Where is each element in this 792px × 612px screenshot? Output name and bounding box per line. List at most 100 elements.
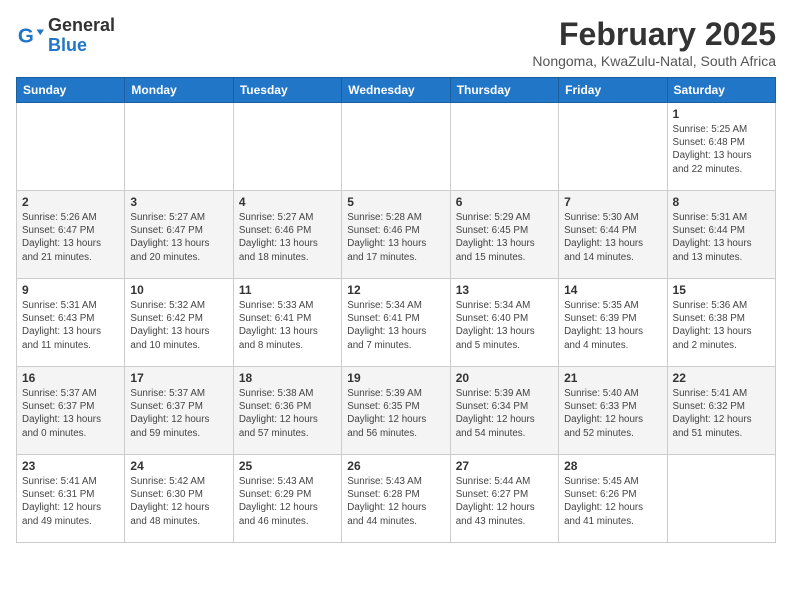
- header-cell-sunday: Sunday: [17, 78, 125, 103]
- calendar-body: 1Sunrise: 5:25 AM Sunset: 6:48 PM Daylig…: [17, 103, 776, 543]
- day-cell: 14 Sunrise: 5:35 AM Sunset: 6:39 PM Dayli…: [559, 279, 667, 367]
- day-cell: 18Sunrise: 5:38 AM Sunset: 6:36 PM Dayli…: [233, 367, 341, 455]
- day-cell: 12 Sunrise: 5:34 AM Sunset: 6:41 PM Dayli…: [342, 279, 450, 367]
- header-cell-saturday: Saturday: [667, 78, 775, 103]
- day-cell: [450, 103, 558, 191]
- day-number: 16: [22, 371, 119, 385]
- day-cell: 8 Sunrise: 5:31 AM Sunset: 6:44 PM Daylig…: [667, 191, 775, 279]
- header-cell-monday: Monday: [125, 78, 233, 103]
- day-info: Sunrise: 5:43 AM Sunset: 6:29 PM Dayligh…: [239, 475, 336, 528]
- day-info: Sunrise: 5:25 AM Sunset: 6:48 PM Dayligh…: [673, 123, 770, 176]
- day-number: 13: [456, 283, 553, 297]
- day-number: 10: [130, 283, 227, 297]
- day-number: 19: [347, 371, 444, 385]
- day-cell: [342, 103, 450, 191]
- day-info: Sunrise: 5:31 AM Sunset: 6:44 PM Dayligh…: [673, 211, 770, 264]
- day-number: 6: [456, 195, 553, 209]
- day-number: 9: [22, 283, 119, 297]
- calendar-header: SundayMondayTuesdayWednesdayThursdayFrid…: [17, 78, 776, 103]
- day-number: 11: [239, 283, 336, 297]
- day-cell: 16 Sunrise: 5:37 AM Sunset: 6:37 PM Dayli…: [17, 367, 125, 455]
- day-number: 25: [239, 459, 336, 473]
- day-number: 15: [673, 283, 770, 297]
- header-cell-friday: Friday: [559, 78, 667, 103]
- day-info: Sunrise: 5:31 AM Sunset: 6:43 PM Dayligh…: [22, 299, 119, 352]
- day-cell: 22 Sunrise: 5:41 AM Sunset: 6:32 PM Dayli…: [667, 367, 775, 455]
- day-cell: 5Sunrise: 5:28 AM Sunset: 6:46 PM Daylig…: [342, 191, 450, 279]
- day-cell: 2 Sunrise: 5:26 AM Sunset: 6:47 PM Daylig…: [17, 191, 125, 279]
- day-info: Sunrise: 5:30 AM Sunset: 6:44 PM Dayligh…: [564, 211, 661, 264]
- day-cell: 27 Sunrise: 5:44 AM Sunset: 6:27 PM Dayli…: [450, 455, 558, 543]
- day-cell: 9 Sunrise: 5:31 AM Sunset: 6:43 PM Daylig…: [17, 279, 125, 367]
- header-cell-thursday: Thursday: [450, 78, 558, 103]
- day-info: Sunrise: 5:43 AM Sunset: 6:28 PM Dayligh…: [347, 475, 444, 528]
- week-row-4: 16 Sunrise: 5:37 AM Sunset: 6:37 PM Dayli…: [17, 367, 776, 455]
- day-number: 7: [564, 195, 661, 209]
- day-number: 14: [564, 283, 661, 297]
- day-number: 22: [673, 371, 770, 385]
- day-info: Sunrise: 5:33 AM Sunset: 6:41 PM Dayligh…: [239, 299, 336, 352]
- day-number: 28: [564, 459, 661, 473]
- day-cell: 6Sunrise: 5:29 AM Sunset: 6:45 PM Daylig…: [450, 191, 558, 279]
- day-cell: 23Sunrise: 5:41 AM Sunset: 6:31 PM Dayli…: [17, 455, 125, 543]
- day-info: Sunrise: 5:32 AM Sunset: 6:42 PM Dayligh…: [130, 299, 227, 352]
- day-cell: 19 Sunrise: 5:39 AM Sunset: 6:35 PM Dayli…: [342, 367, 450, 455]
- day-info: Sunrise: 5:34 AM Sunset: 6:41 PM Dayligh…: [347, 299, 444, 352]
- day-info: Sunrise: 5:42 AM Sunset: 6:30 PM Dayligh…: [130, 475, 227, 528]
- day-number: 3: [130, 195, 227, 209]
- day-number: 21: [564, 371, 661, 385]
- day-cell: 24Sunrise: 5:42 AM Sunset: 6:30 PM Dayli…: [125, 455, 233, 543]
- day-cell: 20Sunrise: 5:39 AM Sunset: 6:34 PM Dayli…: [450, 367, 558, 455]
- day-info: Sunrise: 5:37 AM Sunset: 6:37 PM Dayligh…: [130, 387, 227, 440]
- week-row-2: 2 Sunrise: 5:26 AM Sunset: 6:47 PM Daylig…: [17, 191, 776, 279]
- day-cell: 11 Sunrise: 5:33 AM Sunset: 6:41 PM Dayli…: [233, 279, 341, 367]
- day-cell: [17, 103, 125, 191]
- day-cell: 13 Sunrise: 5:34 AM Sunset: 6:40 PM Dayli…: [450, 279, 558, 367]
- calendar-subtitle: Nongoma, KwaZulu-Natal, South Africa: [532, 53, 776, 69]
- day-info: Sunrise: 5:27 AM Sunset: 6:46 PM Dayligh…: [239, 211, 336, 264]
- day-cell: 25 Sunrise: 5:43 AM Sunset: 6:29 PM Dayli…: [233, 455, 341, 543]
- day-cell: 28 Sunrise: 5:45 AM Sunset: 6:26 PM Dayli…: [559, 455, 667, 543]
- title-block: February 2025 Nongoma, KwaZulu-Natal, So…: [532, 16, 776, 69]
- day-number: 8: [673, 195, 770, 209]
- day-info: Sunrise: 5:45 AM Sunset: 6:26 PM Dayligh…: [564, 475, 661, 528]
- day-number: 2: [22, 195, 119, 209]
- day-cell: 3 Sunrise: 5:27 AM Sunset: 6:47 PM Daylig…: [125, 191, 233, 279]
- day-number: 12: [347, 283, 444, 297]
- day-info: Sunrise: 5:37 AM Sunset: 6:37 PM Dayligh…: [22, 387, 119, 440]
- day-number: 26: [347, 459, 444, 473]
- day-cell: 10 Sunrise: 5:32 AM Sunset: 6:42 PM Dayli…: [125, 279, 233, 367]
- logo-icon: G: [16, 22, 44, 50]
- logo-general: General: [48, 15, 115, 35]
- day-number: 23: [22, 459, 119, 473]
- header-cell-wednesday: Wednesday: [342, 78, 450, 103]
- day-cell: 1Sunrise: 5:25 AM Sunset: 6:48 PM Daylig…: [667, 103, 775, 191]
- week-row-3: 9 Sunrise: 5:31 AM Sunset: 6:43 PM Daylig…: [17, 279, 776, 367]
- day-info: Sunrise: 5:44 AM Sunset: 6:27 PM Dayligh…: [456, 475, 553, 528]
- day-cell: [233, 103, 341, 191]
- day-info: Sunrise: 5:40 AM Sunset: 6:33 PM Dayligh…: [564, 387, 661, 440]
- day-info: Sunrise: 5:39 AM Sunset: 6:35 PM Dayligh…: [347, 387, 444, 440]
- week-row-5: 23Sunrise: 5:41 AM Sunset: 6:31 PM Dayli…: [17, 455, 776, 543]
- logo-blue: Blue: [48, 35, 87, 55]
- header-cell-tuesday: Tuesday: [233, 78, 341, 103]
- day-cell: 21 Sunrise: 5:40 AM Sunset: 6:33 PM Dayli…: [559, 367, 667, 455]
- day-info: Sunrise: 5:41 AM Sunset: 6:32 PM Dayligh…: [673, 387, 770, 440]
- calendar-table: SundayMondayTuesdayWednesdayThursdayFrid…: [16, 77, 776, 543]
- day-cell: 4Sunrise: 5:27 AM Sunset: 6:46 PM Daylig…: [233, 191, 341, 279]
- day-info: Sunrise: 5:26 AM Sunset: 6:47 PM Dayligh…: [22, 211, 119, 264]
- week-row-1: 1Sunrise: 5:25 AM Sunset: 6:48 PM Daylig…: [17, 103, 776, 191]
- day-cell: [667, 455, 775, 543]
- day-cell: 15Sunrise: 5:36 AM Sunset: 6:38 PM Dayli…: [667, 279, 775, 367]
- header-row: SundayMondayTuesdayWednesdayThursdayFrid…: [17, 78, 776, 103]
- day-info: Sunrise: 5:34 AM Sunset: 6:40 PM Dayligh…: [456, 299, 553, 352]
- day-info: Sunrise: 5:28 AM Sunset: 6:46 PM Dayligh…: [347, 211, 444, 264]
- day-number: 27: [456, 459, 553, 473]
- day-info: Sunrise: 5:38 AM Sunset: 6:36 PM Dayligh…: [239, 387, 336, 440]
- day-cell: [559, 103, 667, 191]
- day-info: Sunrise: 5:27 AM Sunset: 6:47 PM Dayligh…: [130, 211, 227, 264]
- day-info: Sunrise: 5:35 AM Sunset: 6:39 PM Dayligh…: [564, 299, 661, 352]
- day-cell: 17Sunrise: 5:37 AM Sunset: 6:37 PM Dayli…: [125, 367, 233, 455]
- day-cell: 26 Sunrise: 5:43 AM Sunset: 6:28 PM Dayli…: [342, 455, 450, 543]
- day-info: Sunrise: 5:39 AM Sunset: 6:34 PM Dayligh…: [456, 387, 553, 440]
